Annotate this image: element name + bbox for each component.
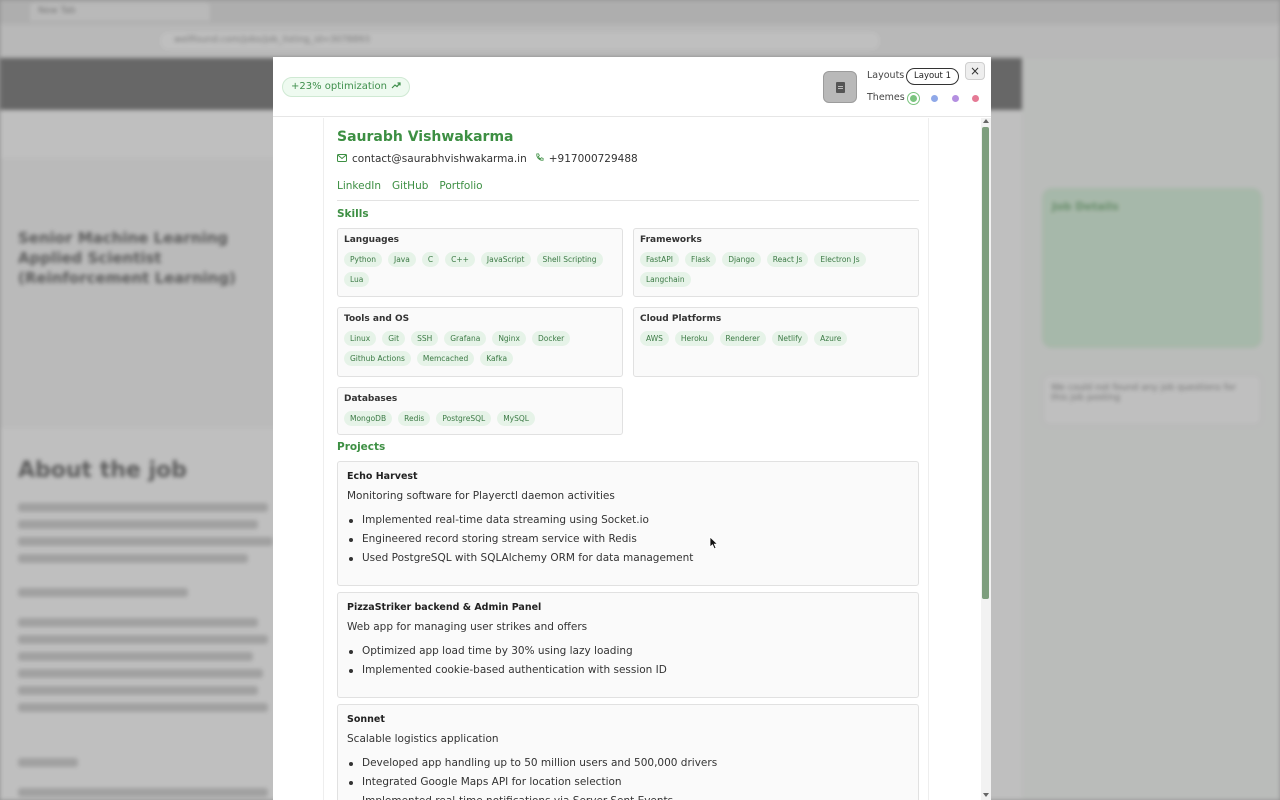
skills-heading: Skills bbox=[337, 208, 369, 220]
skill-tag: Flask bbox=[684, 252, 717, 267]
list-item: Optimized app load time by 30% using laz… bbox=[347, 642, 909, 661]
skill-group-title: Tools and OS bbox=[344, 314, 410, 324]
list-item: Integrated Google Maps API for location … bbox=[347, 773, 909, 792]
skill-tag: Git bbox=[382, 331, 406, 346]
skill-tag: Netlify bbox=[771, 331, 809, 346]
resume-scroll-area[interactable]: Saurabh Vishwakarma contact@saurabhvishw… bbox=[273, 118, 991, 800]
phone-link[interactable]: +917000729488 bbox=[549, 153, 638, 165]
close-button[interactable]: × bbox=[965, 62, 985, 80]
mail-icon bbox=[337, 153, 347, 165]
skill-tag: Python bbox=[344, 252, 382, 267]
scroll-up-icon[interactable] bbox=[983, 119, 989, 123]
skill-tag: Memcached bbox=[416, 351, 475, 366]
skill-tag: C bbox=[421, 252, 440, 267]
portfolio-link[interactable]: Portfolio bbox=[439, 180, 482, 192]
themes-label: Themes bbox=[867, 92, 905, 103]
skill-tag: React Js bbox=[766, 252, 809, 267]
skill-group-title: Frameworks bbox=[640, 235, 702, 245]
project-card: Sonnet Scalable logistics application De… bbox=[337, 704, 919, 800]
skill-tag: FastAPI bbox=[640, 252, 679, 267]
profile-links: LinkedIn GitHub Portfolio bbox=[337, 180, 483, 192]
list-item: Implemented real-time notifications via … bbox=[347, 792, 909, 800]
skill-group-frameworks: Frameworks FastAPI Flask Django React Js… bbox=[633, 228, 919, 297]
skill-tag: Redis bbox=[398, 411, 431, 426]
skill-tag: PostgreSQL bbox=[436, 411, 492, 426]
project-description: Scalable logistics application bbox=[347, 733, 499, 745]
email-link[interactable]: contact@saurabhvishwakarma.in bbox=[352, 153, 527, 165]
theme-blue-button[interactable] bbox=[928, 92, 941, 105]
skill-tag: Grafana bbox=[444, 331, 487, 346]
skill-tag: Lua bbox=[344, 272, 370, 287]
list-item: Used PostgreSQL with SQLAlchemy ORM for … bbox=[347, 549, 909, 568]
project-description: Web app for managing user strikes and of… bbox=[347, 621, 588, 633]
phone-icon bbox=[535, 153, 544, 165]
skill-tag: Electron Js bbox=[814, 252, 866, 267]
list-item: Implemented cookie-based authentication … bbox=[347, 661, 909, 680]
document-icon bbox=[835, 81, 845, 93]
skill-tag: MongoDB bbox=[344, 411, 393, 426]
skill-tag: Java bbox=[388, 252, 416, 267]
skill-group-cloud: Cloud Platforms AWS Heroku Renderer Netl… bbox=[633, 307, 919, 377]
project-title: Echo Harvest bbox=[347, 471, 418, 482]
list-item: Implemented real-time data streaming usi… bbox=[347, 511, 909, 530]
skill-tag: Shell Scripting bbox=[536, 252, 603, 267]
skill-group-languages: Languages Python Java C C++ JavaScript S… bbox=[337, 228, 623, 297]
candidate-name: Saurabh Vishwakarma bbox=[337, 129, 514, 145]
skill-tag: C++ bbox=[445, 252, 475, 267]
theme-green-button[interactable] bbox=[907, 92, 920, 105]
skill-tag: JavaScript bbox=[480, 252, 531, 267]
skill-group-title: Databases bbox=[344, 394, 398, 404]
project-card: Echo Harvest Monitoring software for Pla… bbox=[337, 461, 919, 586]
skill-tag: SSH bbox=[411, 331, 439, 346]
skill-tag: Linux bbox=[344, 331, 377, 346]
layouts-label: Layouts bbox=[867, 70, 905, 81]
skill-tag: AWS bbox=[640, 331, 669, 346]
project-card: PizzaStriker backend & Admin Panel Web a… bbox=[337, 592, 919, 698]
project-title: PizzaStriker backend & Admin Panel bbox=[347, 602, 542, 613]
skill-group-databases: Databases MongoDB Redis PostgreSQL MySQL bbox=[337, 387, 623, 435]
theme-purple-button[interactable] bbox=[949, 92, 962, 105]
trending-up-icon bbox=[391, 78, 401, 96]
skill-tag: Github Actions bbox=[344, 351, 411, 366]
skill-group-title: Cloud Platforms bbox=[640, 314, 722, 324]
project-bullets: Optimized app load time by 30% using laz… bbox=[347, 642, 909, 680]
optimization-badge: +23% optimization bbox=[282, 77, 411, 97]
mouse-cursor-icon bbox=[709, 535, 719, 554]
skill-tag: Langchain bbox=[640, 272, 691, 287]
project-title: Sonnet bbox=[347, 714, 385, 725]
theme-pink-button[interactable] bbox=[969, 92, 982, 105]
skill-tag: Nginx bbox=[492, 331, 526, 346]
skill-tag: Renderer bbox=[719, 331, 766, 346]
linkedin-link[interactable]: LinkedIn bbox=[337, 180, 381, 192]
resume-modal: +23% optimization Layouts Layout 1 Theme… bbox=[273, 57, 991, 800]
skill-tag: Docker bbox=[531, 331, 571, 346]
divider bbox=[337, 200, 919, 201]
skill-group-tools: Tools and OS Linux Git SSH Grafana Nginx… bbox=[337, 307, 623, 377]
project-description: Monitoring software for Playerctl daemon… bbox=[347, 490, 615, 502]
list-item: Developed app handling up to 50 million … bbox=[347, 754, 909, 773]
scroll-down-icon[interactable] bbox=[983, 793, 989, 797]
skill-group-title: Languages bbox=[344, 235, 400, 245]
modal-scrollbar[interactable] bbox=[981, 118, 991, 800]
skill-tag: Azure bbox=[814, 331, 848, 346]
skill-tag: MySQL bbox=[497, 411, 535, 426]
layout-select[interactable]: Layout 1 bbox=[906, 68, 960, 85]
list-item: Engineered record storing stream service… bbox=[347, 530, 909, 549]
scroll-thumb[interactable] bbox=[982, 127, 989, 599]
optimization-label: +23% optimization bbox=[291, 81, 388, 92]
contact-row: contact@saurabhvishwakarma.in +917000729… bbox=[337, 153, 638, 165]
projects-heading: Projects bbox=[337, 441, 386, 453]
skill-tag: Django bbox=[722, 252, 761, 267]
document-button[interactable] bbox=[823, 71, 857, 103]
skill-tag: Heroku bbox=[674, 331, 714, 346]
skill-tag: Kafka bbox=[480, 351, 514, 366]
resume-document: Saurabh Vishwakarma contact@saurabhvishw… bbox=[323, 118, 929, 800]
project-bullets: Developed app handling up to 50 million … bbox=[347, 754, 909, 800]
modal-header: +23% optimization Layouts Layout 1 Theme… bbox=[273, 57, 991, 117]
github-link[interactable]: GitHub bbox=[392, 180, 428, 192]
project-bullets: Implemented real-time data streaming usi… bbox=[347, 511, 909, 568]
